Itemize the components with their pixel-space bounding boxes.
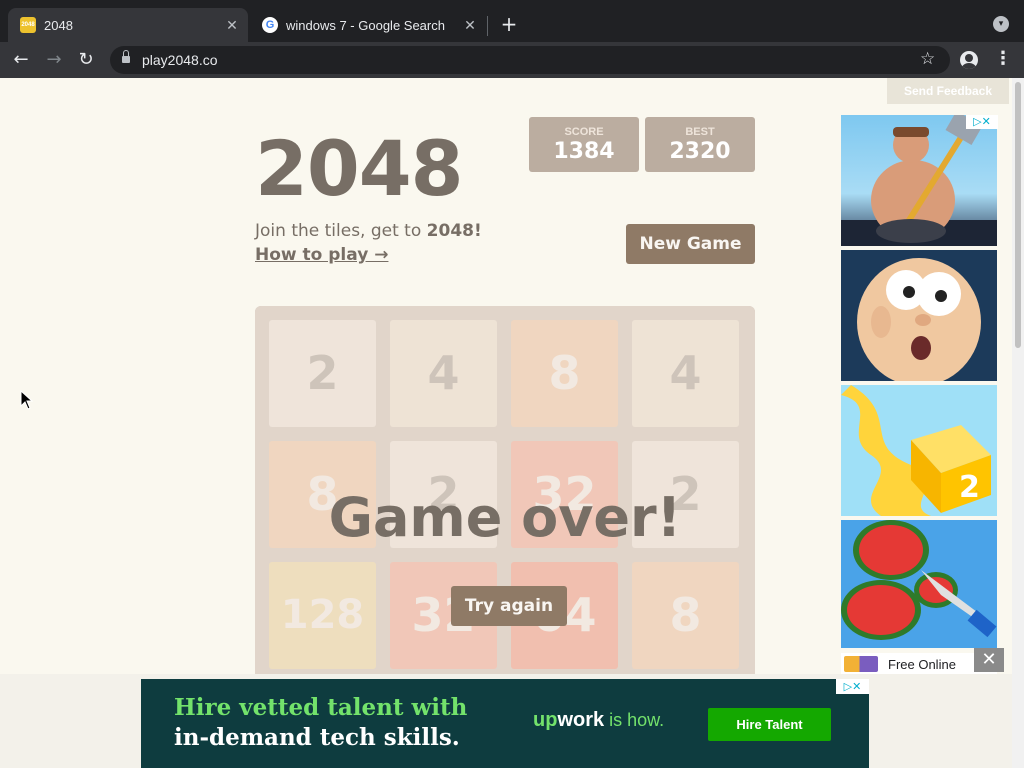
ad-choices-icon[interactable]: ▷✕ bbox=[836, 679, 869, 694]
tab-title: 2048 bbox=[44, 17, 73, 33]
brand-tagline: is how. bbox=[604, 710, 665, 730]
ad-headline-line1: Hire vetted talent with bbox=[174, 694, 468, 721]
back-arrow-icon[interactable]: ← bbox=[9, 48, 33, 72]
game-thumbnails-icon bbox=[844, 656, 878, 672]
side-ad[interactable]: ▷✕ 2 bbox=[841, 115, 998, 675]
best-value: 2320 bbox=[669, 139, 731, 164]
menu-kebab-icon[interactable]: ⋮ bbox=[994, 48, 1012, 69]
score-value: 1384 bbox=[553, 139, 615, 164]
profile-avatar-icon[interactable] bbox=[960, 51, 978, 69]
hammer-man-illustration bbox=[841, 115, 997, 246]
reload-icon[interactable]: ↻ bbox=[74, 48, 98, 72]
page-scrollbar[interactable] bbox=[1012, 78, 1024, 768]
tab-separator bbox=[487, 16, 488, 36]
ad-image-hammer-man[interactable] bbox=[841, 115, 997, 246]
score-box: SCORE 1384 bbox=[529, 117, 639, 172]
svg-text:2: 2 bbox=[959, 470, 980, 505]
watermelon-illustration bbox=[841, 520, 997, 648]
hire-talent-button[interactable]: Hire Talent bbox=[708, 708, 831, 741]
address-bar[interactable]: play2048.co ☆ bbox=[110, 46, 950, 74]
intro-prefix: Join the tiles, get to bbox=[255, 221, 427, 241]
paint-cube-illustration: 2 bbox=[841, 385, 997, 516]
ad-headline: Hire vetted talent with in-demand tech s… bbox=[174, 693, 467, 753]
score-label: SCORE bbox=[564, 126, 604, 138]
tab-2048[interactable]: 2048 2048 ✕ bbox=[8, 8, 248, 42]
upwork-logo: upwork is how. bbox=[533, 709, 664, 732]
ad-image-paint-cube[interactable]: 2 bbox=[841, 385, 997, 516]
ad-headline-line2: in-demand tech skills. bbox=[174, 724, 460, 751]
intro-goal: 2048! bbox=[426, 221, 482, 241]
ad-close-button[interactable]: ✕ bbox=[974, 648, 1004, 672]
try-again-button[interactable]: Try again bbox=[451, 586, 567, 626]
lock-icon bbox=[122, 50, 130, 64]
forward-arrow-icon[interactable]: → bbox=[42, 48, 66, 72]
page-content: Send Feedback 2048 SCORE 1384 BEST 2320 … bbox=[0, 78, 1012, 768]
game-title: 2048 bbox=[255, 124, 464, 213]
how-to-play-link[interactable]: How to play → bbox=[255, 245, 388, 265]
send-feedback-button[interactable]: Send Feedback bbox=[887, 78, 1009, 104]
2048-favicon-icon: 2048 bbox=[20, 17, 36, 33]
google-favicon-icon: G bbox=[262, 17, 278, 33]
ad-choices-icon[interactable]: ▷✕ bbox=[966, 115, 998, 129]
best-label: BEST bbox=[685, 126, 715, 138]
bottom-banner-ad[interactable]: Hire vetted talent with in-demand tech s… bbox=[141, 679, 869, 768]
ad-image-cartoon-face[interactable] bbox=[841, 250, 997, 381]
ad-image-watermelon[interactable] bbox=[841, 520, 997, 648]
browser-toolbar: ← → ↻ play2048.co ☆ ⋮ bbox=[0, 42, 1024, 78]
tab-title: windows 7 - Google Search bbox=[286, 17, 445, 33]
url-text: play2048.co bbox=[142, 52, 218, 68]
scrollbar-thumb[interactable] bbox=[1015, 82, 1021, 348]
cartoon-face-illustration bbox=[857, 258, 981, 381]
tab-close-icon[interactable]: ✕ bbox=[460, 17, 480, 34]
free-online-label: Free Online bbox=[888, 656, 956, 672]
tab-search-icon[interactable]: ▾ bbox=[993, 16, 1009, 32]
tab-bar: 2048 2048 ✕ G windows 7 - Google Search … bbox=[0, 0, 1024, 42]
game-over-message: Game over! bbox=[328, 486, 682, 549]
new-tab-button[interactable]: + bbox=[498, 12, 520, 36]
brand-work: work bbox=[557, 709, 605, 731]
tab-google-search[interactable]: G windows 7 - Google Search ✕ bbox=[250, 8, 486, 42]
best-box: BEST 2320 bbox=[645, 117, 755, 172]
brand-up: up bbox=[533, 709, 558, 731]
tab-close-icon[interactable]: ✕ bbox=[222, 17, 242, 34]
bookmark-star-icon[interactable]: ☆ bbox=[920, 49, 935, 69]
intro-text: Join the tiles, get to 2048! bbox=[255, 221, 482, 241]
new-game-button[interactable]: New Game bbox=[626, 224, 755, 264]
cursor-arrow bbox=[20, 390, 34, 410]
